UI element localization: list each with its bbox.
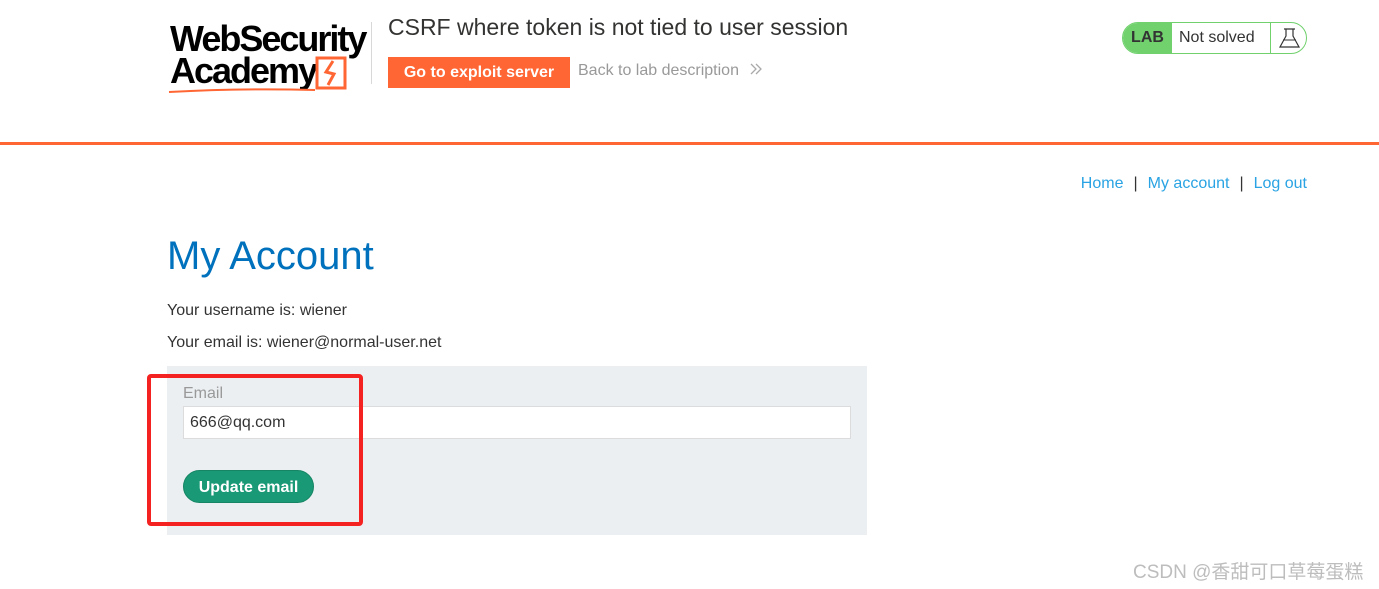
lab-title: CSRF where token is not tied to user ses… [388, 14, 849, 40]
page-title: My Account [167, 234, 374, 278]
lab-tag: LAB [1123, 23, 1172, 53]
nav-log-out-link[interactable]: Log out [1254, 175, 1307, 192]
lab-state: Not solved [1179, 29, 1255, 46]
nav-my-account-link[interactable]: My account [1148, 175, 1230, 192]
nav-separator: | [1133, 175, 1138, 192]
web-security-academy-logo[interactable]: WebSecurity Academy [167, 18, 372, 94]
top-navigation: Home | My account | Log out [1081, 175, 1307, 193]
email-text: Your email is: wiener@normal-user.net [167, 334, 442, 351]
username-text: Your username is: wiener [167, 302, 347, 319]
email-input[interactable] [183, 406, 851, 439]
logo-underline [168, 88, 316, 93]
back-link-label: Back to lab description [578, 62, 739, 79]
logo-lightning-icon [315, 56, 347, 90]
email-label: Email [183, 385, 224, 402]
header-divider [371, 22, 372, 84]
nav-separator: | [1239, 175, 1244, 192]
back-to-lab-description-link[interactable]: Back to lab description [578, 62, 763, 80]
change-email-form: Email Update email [167, 366, 867, 535]
nav-home-link[interactable]: Home [1081, 175, 1124, 192]
header: WebSecurity Academy CSRF where token is … [0, 0, 1379, 145]
flask-icon [1270, 23, 1306, 53]
watermark: CSDN @香甜可口草莓蛋糕 [1133, 562, 1364, 583]
update-email-button[interactable]: Update email [183, 470, 314, 503]
logo-text-line2: Academy [170, 50, 318, 91]
double-chevron-right-icon [749, 62, 763, 80]
go-to-exploit-server-button[interactable]: Go to exploit server [388, 57, 570, 88]
lab-status-widget: LAB Not solved [1122, 22, 1307, 54]
